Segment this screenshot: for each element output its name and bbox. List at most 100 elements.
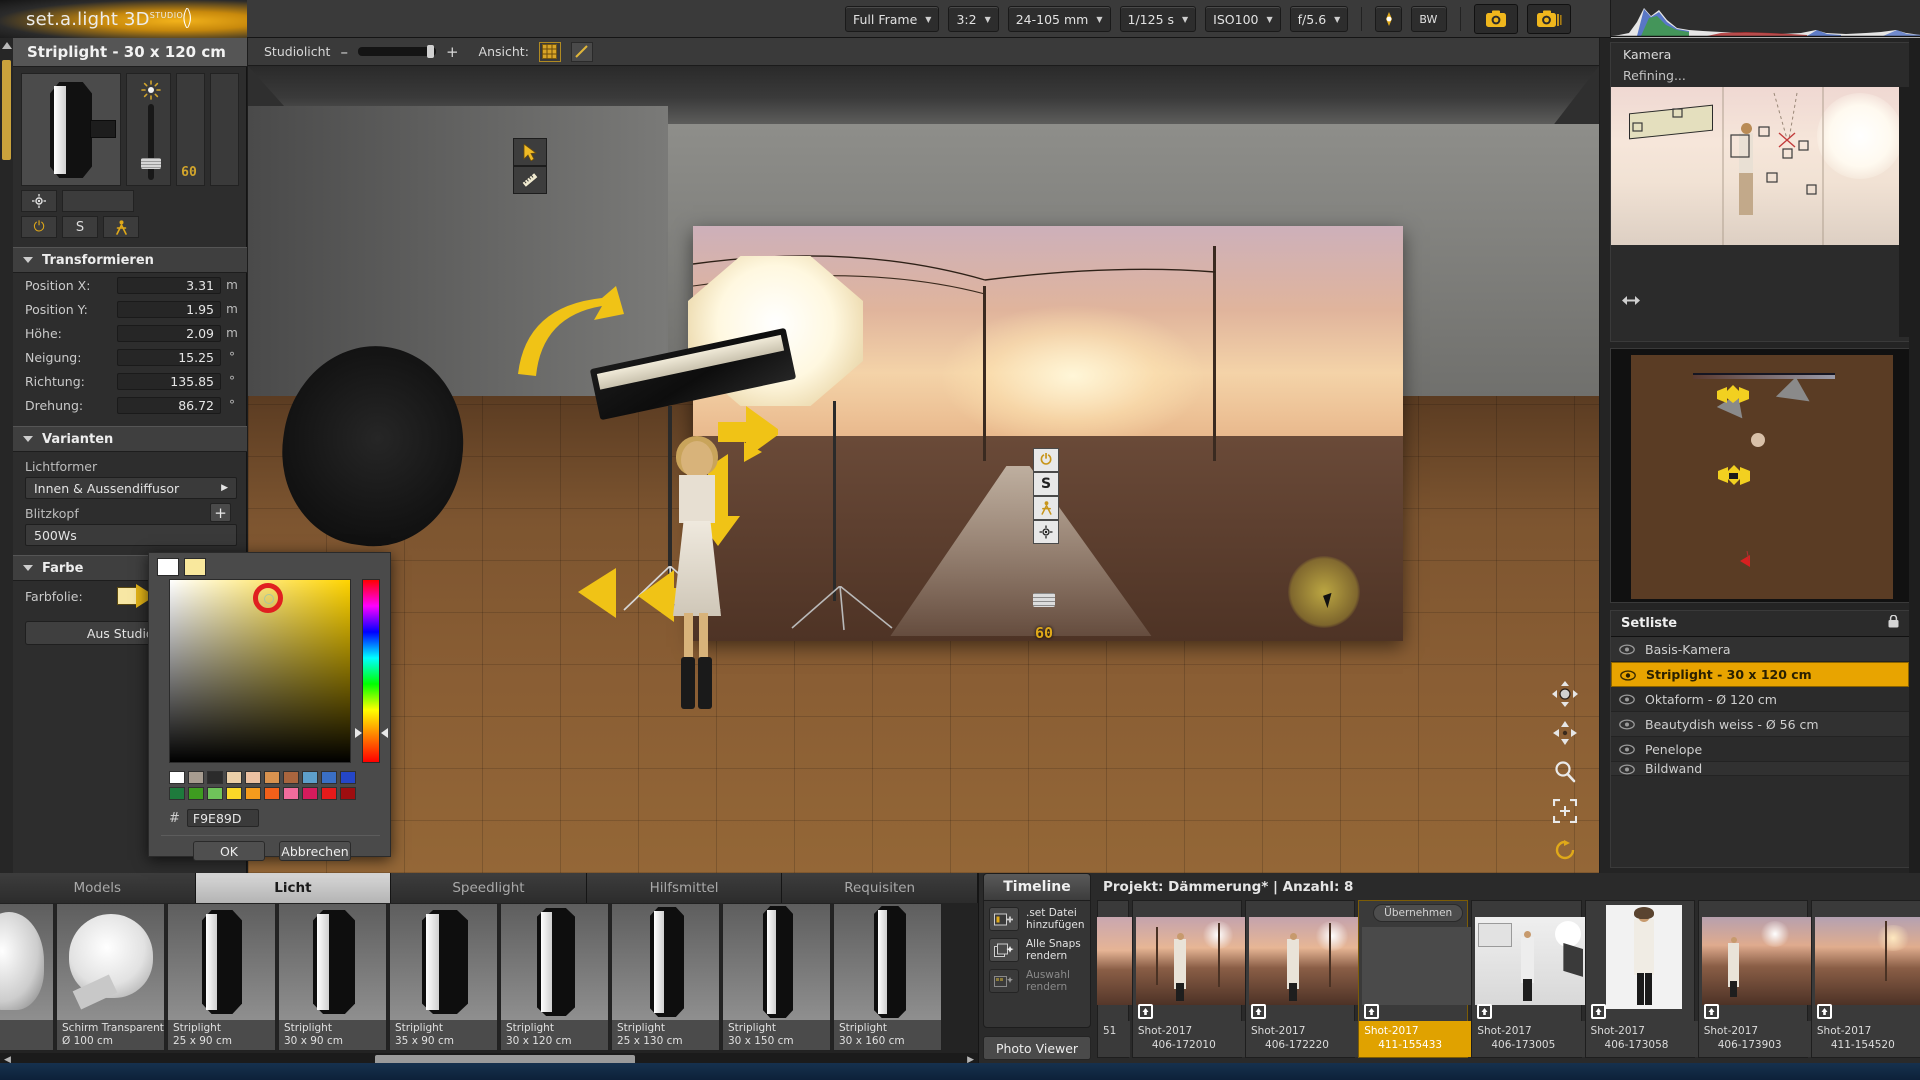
gizmo-solo-button[interactable]: S [1033,472,1059,496]
decrease-icon[interactable]: – [340,43,348,61]
list-item-selected[interactable]: Übernehmen Shot-2017 411-155433 [1358,900,1476,1058]
list-item[interactable]: Shot-2017 406-172220 [1245,900,1363,1058]
rotation-input[interactable]: 86.72 [117,396,221,414]
aspect-dropdown[interactable]: 3:2 ▼ [948,6,999,32]
pan-icon[interactable] [1550,718,1580,748]
sensor-dropdown[interactable]: Full Frame ▼ [845,6,940,32]
list-item[interactable]: Shot-2017 411-154520 [1810,900,1920,1058]
model-penelope[interactable] [663,436,731,731]
palette-swatch[interactable] [169,771,185,784]
visibility-eye-icon[interactable] [1619,743,1635,755]
palette-swatch[interactable] [245,771,261,784]
gizmo-power-button[interactable]: ⏻ [1033,448,1059,472]
list-item[interactable]: Shot-2017 406-173903 [1697,900,1815,1058]
cancel-button[interactable]: Abbrechen [279,841,351,861]
tab-speedlight[interactable]: Speedlight [391,873,587,903]
right-panel-scrollbar[interactable] [1909,38,1920,873]
sidebar-item-basis-kamera[interactable]: Basis-Kamera [1611,637,1909,662]
palette-swatch[interactable] [302,787,318,800]
visibility-eye-icon[interactable] [1619,718,1635,730]
export-icon[interactable] [1364,1004,1380,1019]
sidebar-item-beautydish[interactable]: Beautydish weiss - Ø 56 cm [1611,712,1909,737]
palette-swatch[interactable] [283,787,299,800]
studiolight-slider[interactable] [357,45,436,58]
shoot-series-button[interactable] [1527,4,1572,34]
flashhead-dropdown[interactable]: 500Ws [25,524,237,546]
camera-scrollbar[interactable] [1899,87,1909,337]
ruler-icon[interactable] [513,166,547,194]
palette-swatch[interactable] [169,787,185,800]
focus-icon[interactable] [1550,796,1580,826]
zoom-icon[interactable] [1550,757,1580,787]
export-icon[interactable] [1816,1004,1832,1019]
height-input[interactable]: 2.09 [117,324,221,342]
gizmo-target-button[interactable] [1033,520,1059,544]
model-toggle[interactable] [103,216,139,238]
sidebar-item-penelope[interactable]: Penelope [1611,737,1909,762]
light-ray-icon[interactable] [570,41,593,62]
tilt-input[interactable]: 15.25 [117,348,221,366]
apply-button[interactable]: Übernehmen [1373,904,1464,922]
left-panel-scrollbar[interactable] [0,38,13,873]
tab-requisiten[interactable]: Requisiten [782,873,978,903]
light-hotspot-marker[interactable] [1288,556,1360,628]
visibility-eye-icon[interactable] [1620,669,1636,681]
render-all-button[interactable]: Alle Snaps rendern [989,938,1090,962]
visibility-eye-icon[interactable] [1619,643,1635,655]
list-item[interactable]: Striplight 25 x 90 cm [167,903,276,1051]
color-cursor[interactable] [253,583,283,613]
list-item[interactable]: Striplight 35 x 90 cm [389,903,498,1051]
palette-swatch[interactable] [340,787,356,800]
shaper-dropdown[interactable]: Innen & Aussendiffusor ▶ [25,477,237,499]
target-button[interactable] [21,190,57,212]
lock-icon[interactable] [1888,614,1899,632]
sidebar-item-striplight[interactable]: Striplight - 30 x 120 cm [1611,662,1909,687]
gizmo-drag-handle[interactable] [1033,593,1055,607]
cursor-arrow-icon[interactable] [513,138,547,166]
palette-swatch[interactable] [340,771,356,784]
list-item[interactable]: Shot-2017 406-173005 [1471,900,1589,1058]
scroll-up-icon[interactable] [2,42,12,49]
direction-input[interactable]: 135.85 [117,372,221,390]
export-icon[interactable] [1251,1004,1267,1019]
hex-input[interactable]: F9E89D [186,809,259,827]
reset-rotate-icon[interactable] [1550,835,1580,865]
3d-viewport[interactable]: ⏻ S 60 [248,66,1599,873]
solo-toggle[interactable]: S [62,216,98,238]
list-item[interactable]: 51 [1097,900,1132,1058]
export-icon[interactable] [1477,1004,1493,1019]
orbit-icon[interactable] [1550,679,1580,709]
camera-preview-image[interactable] [1611,87,1909,245]
visibility-eye-icon[interactable] [1619,763,1635,775]
palette-swatch[interactable] [226,771,242,784]
palette-swatch[interactable] [321,787,337,800]
white-balance-icon[interactable] [1375,6,1403,32]
palette-swatch[interactable] [283,771,299,784]
visibility-eye-icon[interactable] [1619,693,1635,705]
top-view-panel[interactable] [1610,348,1910,603]
studiolight-knob[interactable] [426,45,434,58]
ok-button[interactable]: OK [193,841,265,861]
list-item[interactable]: Shot-2017 406-172010 [1131,900,1249,1058]
grid-icon[interactable] [538,41,561,62]
list-item[interactable]: Schirm Transparent Ø 100 cm [56,903,165,1051]
light-power-toggle[interactable]: ⏻ [21,216,57,238]
shoot-button[interactable] [1474,4,1519,34]
list-item[interactable]: Striplight 30 x 150 cm [722,903,831,1051]
add-variant-button[interactable]: + [210,503,231,522]
position-y-input[interactable]: 1.95 [117,300,221,318]
power-knob[interactable] [141,158,162,169]
photo-viewer-button[interactable]: Photo Viewer [983,1036,1091,1060]
hue-slider[interactable] [362,579,380,763]
tab-licht[interactable]: Licht [195,873,392,903]
export-icon[interactable] [1590,1004,1606,1019]
palette-swatch[interactable] [264,787,280,800]
palette-swatch[interactable] [302,771,318,784]
lens-dropdown[interactable]: 24-105 mm ▼ [1007,6,1111,32]
list-item[interactable]: Striplight 30 x 90 cm [278,903,387,1051]
position-x-input[interactable]: 3.31 [117,276,221,294]
palette-swatch[interactable] [188,787,204,800]
bw-toggle-button[interactable]: BW [1411,6,1448,32]
tab-timeline[interactable]: Timeline [983,873,1091,900]
increase-icon[interactable]: + [446,43,459,61]
